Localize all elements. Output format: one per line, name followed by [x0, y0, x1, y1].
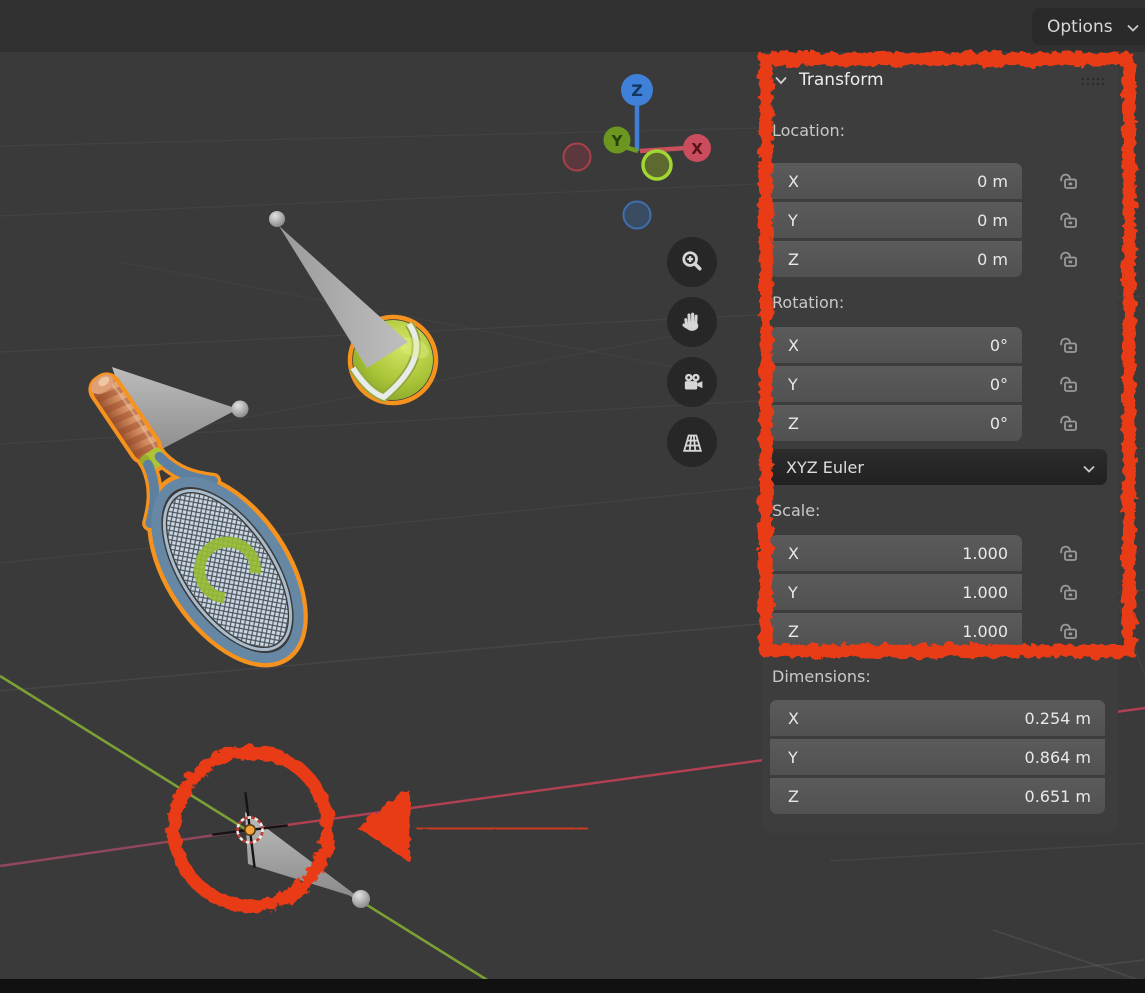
location-y-field[interactable]: Y 0 m [770, 202, 1022, 238]
blender-3d-viewport: Z Y X Options [0, 0, 1145, 993]
field-value: 0 m [977, 211, 1022, 230]
viewport-tool-buttons [667, 237, 717, 467]
gizmo-y-label: Y [611, 132, 624, 150]
field-axis-label: Z [770, 787, 799, 806]
field-axis-label: Y [770, 748, 798, 767]
rotation-z-field[interactable]: Z 0° [770, 405, 1022, 441]
lock-open-icon[interactable] [1056, 619, 1082, 643]
field-value: 0 m [977, 250, 1022, 269]
panel-title: Transform [799, 70, 884, 90]
field-axis-label: X [770, 544, 799, 563]
chevron-down-icon [1083, 465, 1095, 474]
field-value: 0° [990, 414, 1022, 433]
lock-open-icon[interactable] [1056, 333, 1082, 357]
rotation-field-group: X 0° Y 0° Z 0° [770, 327, 1022, 441]
scale-lock-column [1056, 541, 1082, 643]
options-button[interactable]: Options [1032, 8, 1145, 45]
field-value: 0.254 m [1025, 709, 1105, 728]
rotation-mode-dropdown[interactable]: XYZ Euler [770, 449, 1107, 485]
field-axis-label: Z [770, 622, 799, 641]
field-axis-label: X [770, 336, 799, 355]
scale-z-field[interactable]: Z 1.000 [770, 613, 1022, 649]
magnifier-plus-icon [679, 249, 705, 275]
orthographic-grid-button[interactable] [667, 417, 717, 467]
location-lock-column [1056, 169, 1082, 271]
lock-open-icon[interactable] [1056, 411, 1082, 435]
dimensions-z-field[interactable]: Z 0.651 m [770, 778, 1105, 814]
options-label: Options [1047, 17, 1113, 37]
location-section-label: Location: [772, 121, 845, 140]
field-value: 0 m [977, 172, 1022, 191]
camera-view-button[interactable] [667, 357, 717, 407]
light-handle-sphere [352, 890, 370, 908]
light-handle-sphere [269, 211, 285, 227]
editor-bottom-edge [0, 979, 1145, 993]
gizmo-axis-x-negative[interactable] [564, 144, 591, 171]
field-axis-label: Y [770, 583, 798, 602]
field-value: 0° [990, 375, 1022, 394]
transform-panel-header[interactable]: Transform [773, 70, 884, 90]
gizmo-axis-y-negative-highlighted[interactable] [643, 151, 671, 179]
field-axis-label: X [770, 172, 799, 191]
dimensions-x-field[interactable]: X 0.254 m [770, 700, 1105, 736]
field-value: 0° [990, 336, 1022, 355]
lock-open-icon[interactable] [1056, 208, 1082, 232]
transform-panel: Transform Location: X 0 m Y 0 m Z 0 m [762, 57, 1118, 833]
gizmo-x-label: X [691, 140, 703, 158]
lock-open-icon[interactable] [1056, 247, 1082, 271]
gizmo-z-label: Z [631, 81, 643, 100]
dimensions-section-label: Dimensions: [772, 667, 871, 686]
field-axis-label: Z [770, 250, 799, 269]
scale-y-field[interactable]: Y 1.000 [770, 574, 1022, 610]
field-axis-label: Z [770, 414, 799, 433]
dimensions-y-field[interactable]: Y 0.864 m [770, 739, 1105, 775]
chevron-down-icon [773, 72, 789, 88]
rotation-y-field[interactable]: Y 0° [770, 366, 1022, 402]
location-x-field[interactable]: X 0 m [770, 163, 1022, 199]
hand-icon [679, 309, 705, 335]
lock-open-icon[interactable] [1056, 372, 1082, 396]
panel-drag-grip-icon[interactable] [1080, 76, 1106, 87]
field-axis-label: Y [770, 211, 798, 230]
field-value: 1.000 [962, 583, 1022, 602]
field-value: 1.000 [962, 622, 1022, 641]
location-field-group: X 0 m Y 0 m Z 0 m [770, 163, 1022, 277]
lock-open-icon[interactable] [1056, 169, 1082, 193]
gizmo-axis-z-negative[interactable] [624, 202, 651, 229]
field-axis-label: X [770, 709, 799, 728]
rotation-lock-column [1056, 333, 1082, 435]
lock-open-icon[interactable] [1056, 541, 1082, 565]
rotation-mode-value: XYZ Euler [786, 458, 864, 477]
movie-camera-icon [679, 369, 706, 396]
field-value: 1.000 [962, 544, 1022, 563]
rotation-section-label: Rotation: [772, 293, 844, 312]
scale-x-field[interactable]: X 1.000 [770, 535, 1022, 571]
light-handle-sphere [232, 401, 249, 418]
perspective-grid-icon [679, 429, 706, 456]
scale-section-label: Scale: [772, 501, 820, 520]
dimensions-field-group: X 0.254 m Y 0.864 m Z 0.651 m [770, 700, 1105, 814]
lock-open-icon[interactable] [1056, 580, 1082, 604]
field-axis-label: Y [770, 375, 798, 394]
field-value: 0.864 m [1025, 748, 1105, 767]
scale-field-group: X 1.000 Y 1.000 Z 1.000 [770, 535, 1022, 649]
chevron-down-icon [1127, 24, 1139, 33]
zoom-tool-button[interactable] [667, 237, 717, 287]
rotation-x-field[interactable]: X 0° [770, 327, 1022, 363]
pan-tool-button[interactable] [667, 297, 717, 347]
viewport-horizon [0, 0, 1145, 52]
field-value: 0.651 m [1025, 787, 1105, 806]
location-z-field[interactable]: Z 0 m [770, 241, 1022, 277]
